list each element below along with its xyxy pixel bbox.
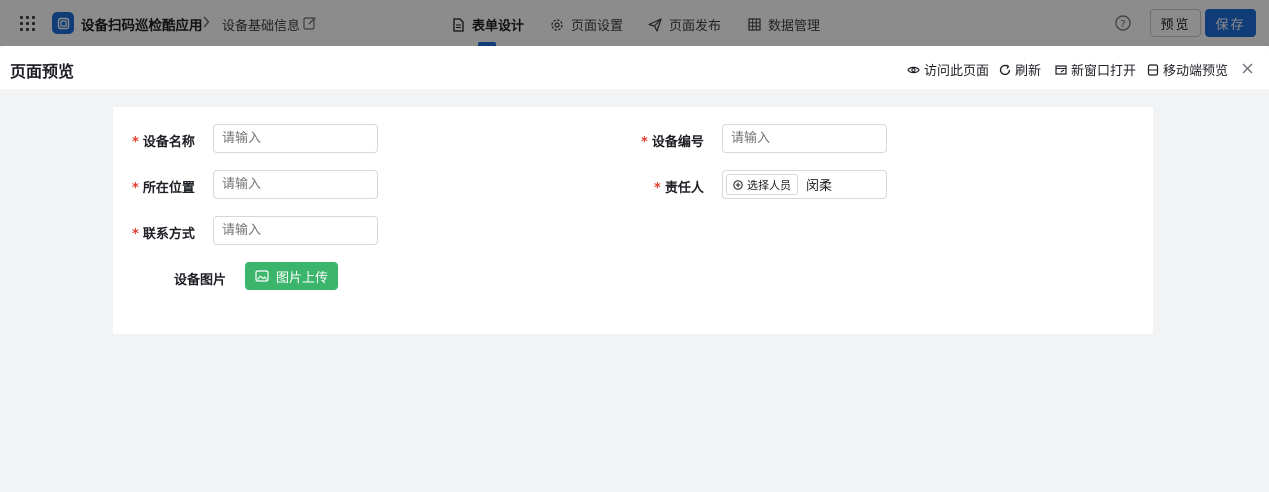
- drawer-title: 页面预览: [10, 62, 75, 81]
- open-new-window-button[interactable]: 新窗口打开: [1055, 60, 1136, 79]
- overlay-mask[interactable]: [0, 0, 1269, 46]
- owner-field: 选择人员 闵柔: [722, 170, 887, 199]
- owner-value[interactable]: 闵柔: [806, 175, 832, 194]
- owner-label: * 责任人: [654, 177, 704, 196]
- visit-page-button[interactable]: 访问此页面: [907, 60, 989, 79]
- action-label: 新窗口打开: [1071, 64, 1137, 79]
- image-upload-button[interactable]: 图片上传: [245, 262, 338, 290]
- action-label: 访问此页面: [924, 64, 990, 79]
- action-label: 移动端预览: [1163, 64, 1229, 79]
- drawer-header: 页面预览 访问此页面 刷新 新窗口打开 移动端预览: [0, 46, 1269, 89]
- location-label: * 所在位置: [132, 177, 195, 196]
- device-name-label: * 设备名称: [132, 131, 195, 150]
- form-preview-card: *设备名称 *设备编号 *所在位置 *责任人 选择人员 闵柔 *联系方式 设备图…: [113, 107, 1153, 334]
- device-name-input[interactable]: [213, 124, 378, 153]
- select-person-label: 选择人员: [747, 178, 791, 192]
- eye-icon: [907, 66, 920, 73]
- upload-label: 图片上传: [275, 270, 328, 286]
- close-icon[interactable]: [1242, 63, 1253, 74]
- device-code-label: * 设备编号: [641, 131, 704, 150]
- location-input[interactable]: [213, 170, 378, 199]
- page-preview-drawer: 页面预览 访问此页面 刷新 新窗口打开 移动端预览 *设备名称 *设备编号 *所…: [0, 46, 1269, 492]
- required-mark: *: [641, 135, 648, 150]
- plus-circle-icon: [733, 179, 743, 190]
- action-label: 刷新: [1015, 64, 1042, 79]
- label-text: 所在位置: [142, 181, 195, 196]
- device-image-label: 设备图片: [174, 273, 227, 288]
- label-text: 联系方式: [142, 227, 195, 242]
- label-text: 责任人: [664, 181, 704, 196]
- required-mark: *: [654, 181, 661, 196]
- required-mark: *: [132, 181, 139, 196]
- mobile-preview-button[interactable]: 移动端预览: [1147, 60, 1228, 79]
- refresh-button[interactable]: 刷新: [999, 60, 1041, 79]
- label-text: 设备名称: [142, 135, 195, 150]
- mobile-icon: [1147, 63, 1159, 76]
- required-mark: *: [132, 227, 139, 242]
- select-person-button[interactable]: 选择人员: [726, 174, 798, 195]
- required-mark: *: [132, 135, 139, 150]
- refresh-icon: [999, 64, 1011, 75]
- new-window-icon: [1055, 64, 1067, 75]
- image-icon: [255, 270, 269, 282]
- contact-input[interactable]: [213, 216, 378, 245]
- contact-label: * 联系方式: [132, 223, 195, 242]
- device-code-input[interactable]: [722, 124, 887, 153]
- label-text: 设备编号: [651, 135, 704, 150]
